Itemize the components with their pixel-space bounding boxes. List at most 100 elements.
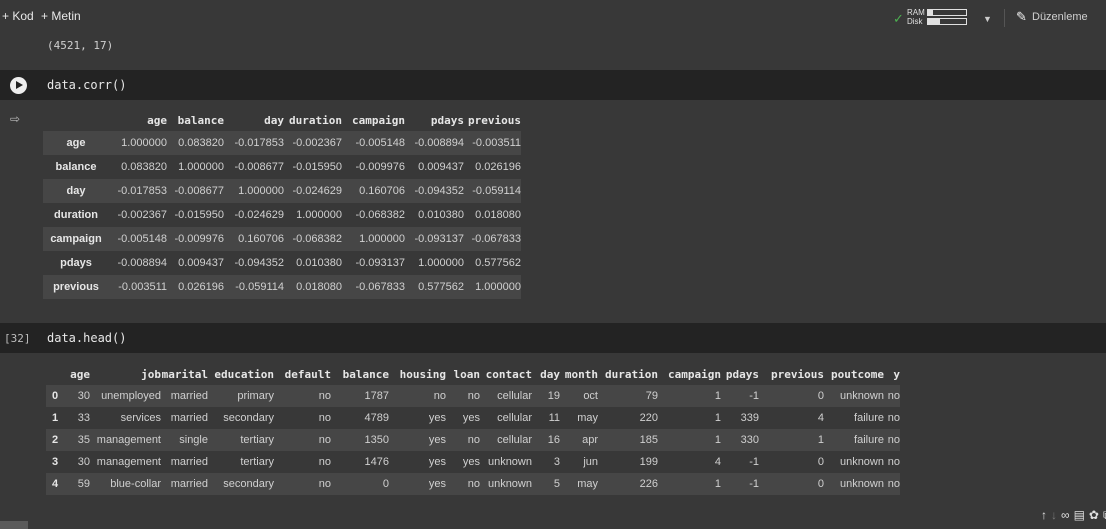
table-cell: 0.160706 <box>238 233 284 245</box>
table-row: 3 30 management married tertiary no 1476 yes yes… <box>46 451 900 473</box>
table-cell: 1 <box>714 478 721 490</box>
row-label: 0 <box>51 390 59 402</box>
connected-check-icon: ✓ <box>893 11 904 26</box>
table-cell: 30 <box>77 390 90 402</box>
arrow-down-icon[interactable]: ↓ <box>1051 508 1061 522</box>
ram-usage-fill <box>928 10 933 15</box>
code-cell-corr[interactable]: data.corr() <box>0 70 1106 100</box>
row-label: age <box>66 137 86 149</box>
table-cell: -1 <box>749 478 759 490</box>
table-corner <box>43 109 109 131</box>
execution-count: [32] <box>4 332 31 345</box>
table-cell: 1 <box>714 412 721 424</box>
ram-usage-bar <box>927 9 967 16</box>
comment-icon[interactable]: ▤ <box>1074 508 1089 522</box>
disk-usage-bar <box>927 18 967 25</box>
column-header: month <box>564 367 598 381</box>
table-cell: 33 <box>77 412 90 424</box>
table-cell: -0.067833 <box>471 233 521 245</box>
table-cell: unemployed <box>101 390 161 402</box>
table-cell: -0.017853 <box>117 185 167 197</box>
horizontal-scrollbar[interactable] <box>0 521 28 529</box>
table-cell: -0.094352 <box>414 185 464 197</box>
table-cell: cellular <box>497 434 532 446</box>
table-cell: yes <box>462 456 480 468</box>
table-cell: 0 <box>382 478 389 490</box>
table-cell: married <box>170 478 208 490</box>
table-cell: -0.093137 <box>414 233 464 245</box>
row-label: 3 <box>51 456 59 468</box>
table-cell: cellular <box>497 412 532 424</box>
row-label: campaign <box>50 233 102 245</box>
table-row: 1 33 services married secondary no 4789 yes yes c… <box>46 407 900 429</box>
table-cell: -0.059114 <box>472 185 521 197</box>
add-code-button[interactable]: + Kod <box>2 9 34 23</box>
table-cell: -0.008894 <box>117 257 167 269</box>
column-header: poutcome <box>831 367 884 381</box>
resource-monitor[interactable]: ✓ RAM Disk ▼ <box>893 7 993 33</box>
arrow-up-icon[interactable]: ↑ <box>1041 508 1051 522</box>
table-cell: 1.000000 <box>475 281 521 293</box>
code-cell-head[interactable]: [32] data.head() <box>0 323 1106 353</box>
table-cell: blue-collar <box>110 478 161 490</box>
table-cell: unknown <box>839 478 884 490</box>
table-cell: 4789 <box>364 412 389 424</box>
table-cell: 339 <box>740 412 759 424</box>
table-cell: -0.068382 <box>355 209 405 221</box>
table-cell: -0.094352 <box>234 257 284 269</box>
table-cell: married <box>170 412 208 424</box>
row-label: day <box>66 185 86 197</box>
table-cell: 1.000000 <box>178 161 224 173</box>
table-cell: 1476 <box>364 456 389 468</box>
column-header: day <box>264 113 284 127</box>
column-header: education <box>214 367 274 381</box>
table-cell: yes <box>428 456 446 468</box>
table-cell: no <box>318 434 331 446</box>
table-cell: -0.005148 <box>117 233 167 245</box>
table-row: day -0.017853 -0.008677 1.000000 -0.024629 0.… <box>43 179 521 203</box>
table-cell: yes <box>428 434 446 446</box>
table-cell: no <box>467 434 480 446</box>
table-row: campaign -0.005148 -0.009976 0.160706 -0.068… <box>43 227 521 251</box>
notebook-toolbar: + Kod + Metin ✓ RAM Disk ▼ ✎ Düzenleme <box>0 0 1106 34</box>
column-header: age <box>147 113 167 127</box>
table-cell: married <box>170 456 208 468</box>
table-cell: -1 <box>749 456 759 468</box>
run-cell-icon[interactable] <box>10 77 27 94</box>
table-cell: jun <box>583 456 598 468</box>
table-cell: yes <box>462 412 480 424</box>
table-cell: 0.018080 <box>475 209 521 221</box>
add-text-button[interactable]: + Metin <box>41 9 81 23</box>
disk-usage-fill <box>928 19 941 24</box>
table-cell: -0.008894 <box>414 137 464 149</box>
previous-cell-output: (4521, 17) <box>47 39 114 52</box>
table-cell: 0 <box>817 456 824 468</box>
table-corner <box>46 363 64 385</box>
editing-mode-button[interactable]: ✎ Düzenleme <box>1012 7 1096 29</box>
cell-code[interactable]: data.corr() <box>47 78 126 92</box>
pencil-icon: ✎ <box>1016 9 1027 24</box>
table-cell: -0.005148 <box>355 137 405 149</box>
row-label: previous <box>53 281 99 293</box>
link-icon[interactable]: ∞ <box>1061 508 1074 522</box>
table-row: age 1.000000 0.083820 -0.017853 -0.002367 -0.… <box>43 131 521 155</box>
gear-icon[interactable]: ✿ <box>1089 508 1103 522</box>
table-cell: 0.009437 <box>418 161 464 173</box>
table-cell: -0.008677 <box>174 185 224 197</box>
column-header: age <box>70 367 90 381</box>
table-cell: unknown <box>487 478 532 490</box>
table-cell: 1350 <box>364 434 389 446</box>
table-cell: no <box>318 456 331 468</box>
column-header: day <box>540 367 560 381</box>
table-cell: no <box>887 456 900 468</box>
output-clear-icon[interactable]: ⇨ <box>10 112 20 126</box>
table-cell: services <box>120 412 161 424</box>
table-cell: primary <box>237 390 274 402</box>
column-header: balance <box>342 367 389 381</box>
table-cell: -0.068382 <box>292 233 342 245</box>
chevron-down-icon[interactable]: ▼ <box>983 14 992 24</box>
table-cell: -0.093137 <box>355 257 405 269</box>
table-cell: -0.015950 <box>174 209 224 221</box>
table-cell: 35 <box>77 434 90 446</box>
cell-code[interactable]: data.head() <box>47 331 126 345</box>
